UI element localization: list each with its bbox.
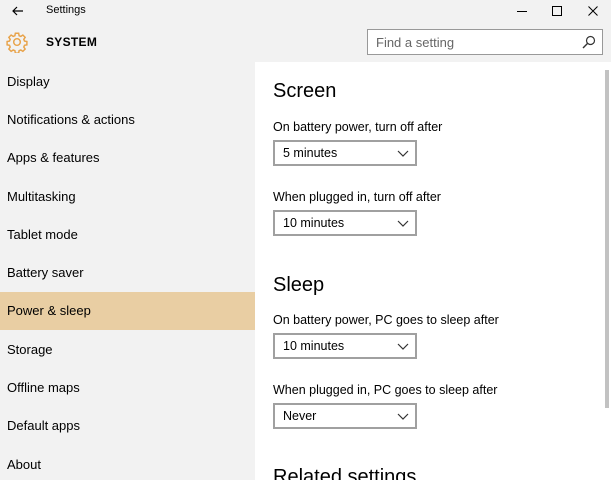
search-icon <box>582 35 596 49</box>
scrollbar[interactable] <box>603 62 611 480</box>
sidebar-item-power-sleep[interactable]: Power & sleep <box>0 291 255 331</box>
sleep-battery-label: On battery power, PC goes to sleep after <box>273 313 499 327</box>
section-title: SYSTEM <box>46 35 98 49</box>
minimize-icon <box>517 11 527 12</box>
window-title: Settings <box>46 4 86 16</box>
close-icon <box>588 6 598 16</box>
back-button[interactable] <box>8 2 28 20</box>
screen-plugged-label: When plugged in, turn off after <box>273 190 441 204</box>
sleep-heading: Sleep <box>273 274 325 296</box>
sleep-plugged-dropdown[interactable]: Never <box>273 403 417 429</box>
settings-window: Settings SYSTEM Find a setting Display N… <box>0 0 611 480</box>
sidebar-item-battery-saver[interactable]: Battery saver <box>0 253 255 291</box>
sidebar-item-offline-maps[interactable]: Offline maps <box>0 368 255 406</box>
screen-battery-value: 5 minutes <box>283 146 338 160</box>
sidebar-item-display[interactable]: Display <box>0 62 255 100</box>
chevron-down-icon <box>397 150 409 157</box>
chevron-down-icon <box>397 413 409 420</box>
scrollbar-thumb[interactable] <box>605 70 609 408</box>
search-box[interactable] <box>367 29 603 55</box>
header: SYSTEM <box>0 22 611 62</box>
screen-battery-label: On battery power, turn off after <box>273 120 443 134</box>
sleep-plugged-label: When plugged in, PC goes to sleep after <box>273 383 498 397</box>
gear-icon <box>6 32 28 53</box>
search-input[interactable] <box>368 30 578 54</box>
sleep-plugged-value: Never <box>283 409 317 423</box>
title-bar: Settings <box>0 0 611 22</box>
chevron-down-icon <box>397 343 409 350</box>
sidebar-item-multitasking[interactable]: Multitasking <box>0 177 255 215</box>
sidebar-item-default-apps[interactable]: Default apps <box>0 407 255 445</box>
sidebar-item-tablet-mode[interactable]: Tablet mode <box>0 215 255 253</box>
sidebar-item-about[interactable]: About <box>0 445 255 480</box>
sidebar-item-notifications-actions[interactable]: Notifications & actions <box>0 100 255 138</box>
close-button[interactable] <box>576 0 610 22</box>
main-content: Screen On battery power, turn off after … <box>255 62 611 480</box>
sidebar-item-apps-features[interactable]: Apps & features <box>0 139 255 177</box>
minimize-button[interactable] <box>505 0 539 22</box>
back-arrow-icon <box>12 6 23 16</box>
screen-battery-dropdown[interactable]: 5 minutes <box>273 140 417 166</box>
sidebar-item-storage[interactable]: Storage <box>0 330 255 368</box>
related-settings-heading: Related settings <box>273 466 417 480</box>
maximize-button[interactable] <box>540 0 574 22</box>
sidebar: Display Notifications & actions Apps & f… <box>0 62 255 480</box>
maximize-icon <box>552 6 562 16</box>
chevron-down-icon <box>397 220 409 227</box>
screen-plugged-dropdown[interactable]: 10 minutes <box>273 210 417 236</box>
screen-heading: Screen <box>273 80 337 102</box>
sleep-battery-value: 10 minutes <box>283 339 345 353</box>
screen-plugged-value: 10 minutes <box>283 216 345 230</box>
sleep-battery-dropdown[interactable]: 10 minutes <box>273 333 417 359</box>
